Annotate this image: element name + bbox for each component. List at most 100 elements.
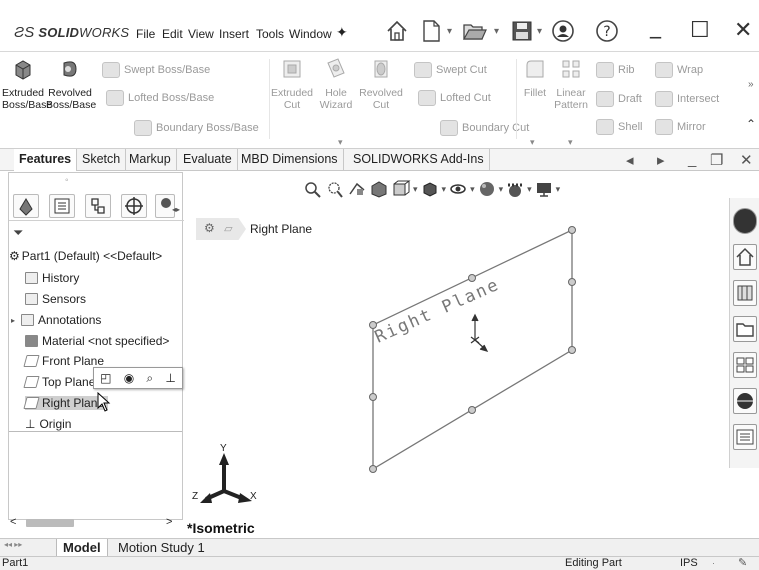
document-close-icon[interactable]: ✕ [740, 151, 753, 169]
document-restore-icon[interactable]: ❐ [710, 151, 723, 169]
revolved-boss-button[interactable]: Revolved Boss/Base [46, 57, 96, 111]
scene-dropdown-icon[interactable]: ▾ [527, 184, 532, 195]
pin-icon[interactable]: ✦ [336, 24, 348, 41]
appearances-scenes-icon[interactable] [733, 388, 757, 414]
pattern-dropdown-icon[interactable]: ▾ [568, 137, 573, 148]
menu-file[interactable]: File [136, 27, 155, 41]
zoom-to-selection-icon[interactable]: ⌕ [146, 371, 153, 386]
hide-show-dropdown-icon[interactable]: ▾ [470, 184, 475, 195]
appearance-dropdown-icon[interactable]: ▾ [499, 184, 504, 195]
solidworks-resources-icon[interactable] [733, 208, 757, 234]
tab-scroll-left-icon[interactable]: ◂ [626, 151, 634, 169]
zoom-to-fit-icon[interactable] [303, 180, 323, 198]
tab-motion-study-1[interactable]: Motion Study 1 [112, 539, 211, 557]
view-orientation-dropdown-icon[interactable]: ▾ [413, 184, 418, 195]
swept-boss-button[interactable]: Swept Boss/Base [102, 62, 210, 78]
tree-item-front-plane[interactable]: Front Plane [23, 354, 104, 368]
boundary-boss-button[interactable]: Boundary Boss/Base [134, 120, 259, 136]
customize-status-icon[interactable]: ✎ [738, 557, 747, 570]
linear-pattern-button[interactable]: Linear Pattern [552, 57, 590, 111]
scrollbar-thumb[interactable] [26, 519, 74, 527]
edit-appearance-icon[interactable] [477, 180, 497, 198]
tree-item-material[interactable]: Material <not specified> [25, 334, 182, 348]
solidworks-logo[interactable]: ƧS SOLIDWORKS [14, 24, 129, 41]
wrap-button[interactable]: Wrap [655, 62, 703, 78]
display-style-dropdown-icon[interactable]: ▾ [442, 184, 447, 195]
view-palette-icon[interactable] [733, 352, 757, 378]
new-dropdown-icon[interactable]: ▾ [447, 26, 452, 37]
tree-item-origin[interactable]: ⊥ Origin [25, 417, 71, 431]
file-explorer-icon[interactable] [733, 316, 757, 342]
menu-insert[interactable]: Insert [219, 27, 249, 41]
design-library-icon[interactable] [733, 280, 757, 306]
maximize-window-icon[interactable]: ☐ [690, 18, 710, 43]
tab-scroll-right-icon[interactable]: ▸ [657, 151, 665, 169]
configuration-manager-tab-icon[interactable] [85, 194, 111, 218]
menu-tools[interactable]: Tools [256, 27, 284, 41]
tree-item-right-plane[interactable]: Right Plane [23, 396, 109, 410]
apply-scene-icon[interactable] [505, 180, 525, 198]
swept-cut-button[interactable]: Swept Cut [414, 62, 487, 78]
panel-tabs-scroll-icon[interactable]: ◂▸ [172, 205, 180, 214]
menu-window[interactable]: Window [289, 27, 332, 41]
breadcrumb[interactable]: ⚙ ▱ Right Plane [196, 218, 312, 240]
show-hide-eye-icon[interactable]: ◉ [124, 371, 134, 385]
ribbon-expand-icon[interactable]: » [748, 79, 754, 90]
hole-wizard-button[interactable]: Hole Wizard [316, 57, 356, 111]
home-icon[interactable] [384, 18, 410, 44]
units-dropdown-icon[interactable]: · [712, 557, 715, 570]
menu-edit[interactable]: Edit [162, 27, 183, 41]
tab-sketch[interactable]: Sketch [77, 149, 127, 171]
right-plane-display[interactable]: Right Plane [340, 225, 600, 480]
sketch-icon[interactable]: ◰ [100, 371, 111, 385]
tab-model[interactable]: Model [56, 539, 108, 557]
view-settings-icon[interactable] [534, 180, 554, 198]
tab-navigation-arrows-icon[interactable]: ◂◂ ▸▸ [4, 540, 22, 549]
panel-horizontal-scrollbar[interactable]: < > [0, 516, 175, 530]
ribbon-collapse-icon[interactable]: ⌃ [746, 117, 756, 131]
tree-item-annotations[interactable]: ▸ Annotations [11, 313, 101, 327]
dimxpert-manager-tab-icon[interactable] [121, 194, 147, 218]
property-manager-tab-icon[interactable] [49, 194, 75, 218]
filter-icon[interactable]: ⏷ [13, 225, 23, 241]
panel-collapse-handle-icon[interactable]: ◦ [65, 175, 69, 186]
fillet-button[interactable]: Fillet [518, 57, 552, 99]
custom-properties-icon[interactable] [733, 424, 757, 450]
save-dropdown-icon[interactable]: ▾ [537, 26, 542, 37]
draft-button[interactable]: Draft [596, 91, 642, 107]
mirror-button[interactable]: Mirror [655, 119, 706, 135]
tab-mbd-dimensions[interactable]: MBD Dimensions [236, 149, 344, 171]
open-dropdown-icon[interactable]: ▾ [494, 26, 499, 37]
scroll-left-icon[interactable]: < [10, 516, 16, 528]
normal-to-icon[interactable]: ⊥ [165, 371, 175, 385]
help-icon[interactable]: ? [594, 18, 620, 44]
zoom-to-area-icon[interactable] [325, 180, 345, 198]
tab-evaluate[interactable]: Evaluate [178, 149, 238, 171]
fillet-dropdown-icon[interactable]: ▾ [530, 137, 535, 148]
display-style-icon[interactable] [420, 180, 440, 198]
rib-button[interactable]: Rib [596, 62, 635, 78]
save-icon[interactable] [509, 18, 535, 44]
tab-markup[interactable]: Markup [124, 149, 177, 171]
tree-item-top-plane[interactable]: Top Plane [23, 375, 95, 389]
tree-item-history[interactable]: History [25, 271, 79, 285]
previous-view-icon[interactable] [347, 180, 367, 198]
view-settings-dropdown-icon[interactable]: ▾ [556, 184, 561, 195]
scroll-right-icon[interactable]: > [166, 516, 172, 528]
view-orientation-icon[interactable] [391, 180, 411, 198]
tab-features[interactable]: Features [14, 149, 78, 171]
shell-button[interactable]: Shell [596, 119, 642, 135]
document-minimize-icon[interactable]: _ [688, 151, 696, 168]
minimize-window-icon[interactable]: _ [650, 14, 661, 39]
user-account-icon[interactable] [550, 18, 576, 44]
new-document-icon[interactable] [418, 18, 444, 44]
revolved-cut-button[interactable]: Revolved Cut [358, 57, 404, 111]
extruded-cut-button[interactable]: Extruded Cut [270, 57, 314, 111]
tree-item-sensors[interactable]: Sensors [25, 292, 86, 306]
home-icon[interactable] [733, 244, 757, 270]
open-folder-icon[interactable] [462, 18, 488, 44]
section-view-icon[interactable] [369, 180, 389, 198]
tab-solidworks-add-ins[interactable]: SOLIDWORKS Add-Ins [348, 149, 490, 171]
close-window-icon[interactable]: ✕ [734, 18, 752, 43]
menu-view[interactable]: View [188, 27, 214, 41]
